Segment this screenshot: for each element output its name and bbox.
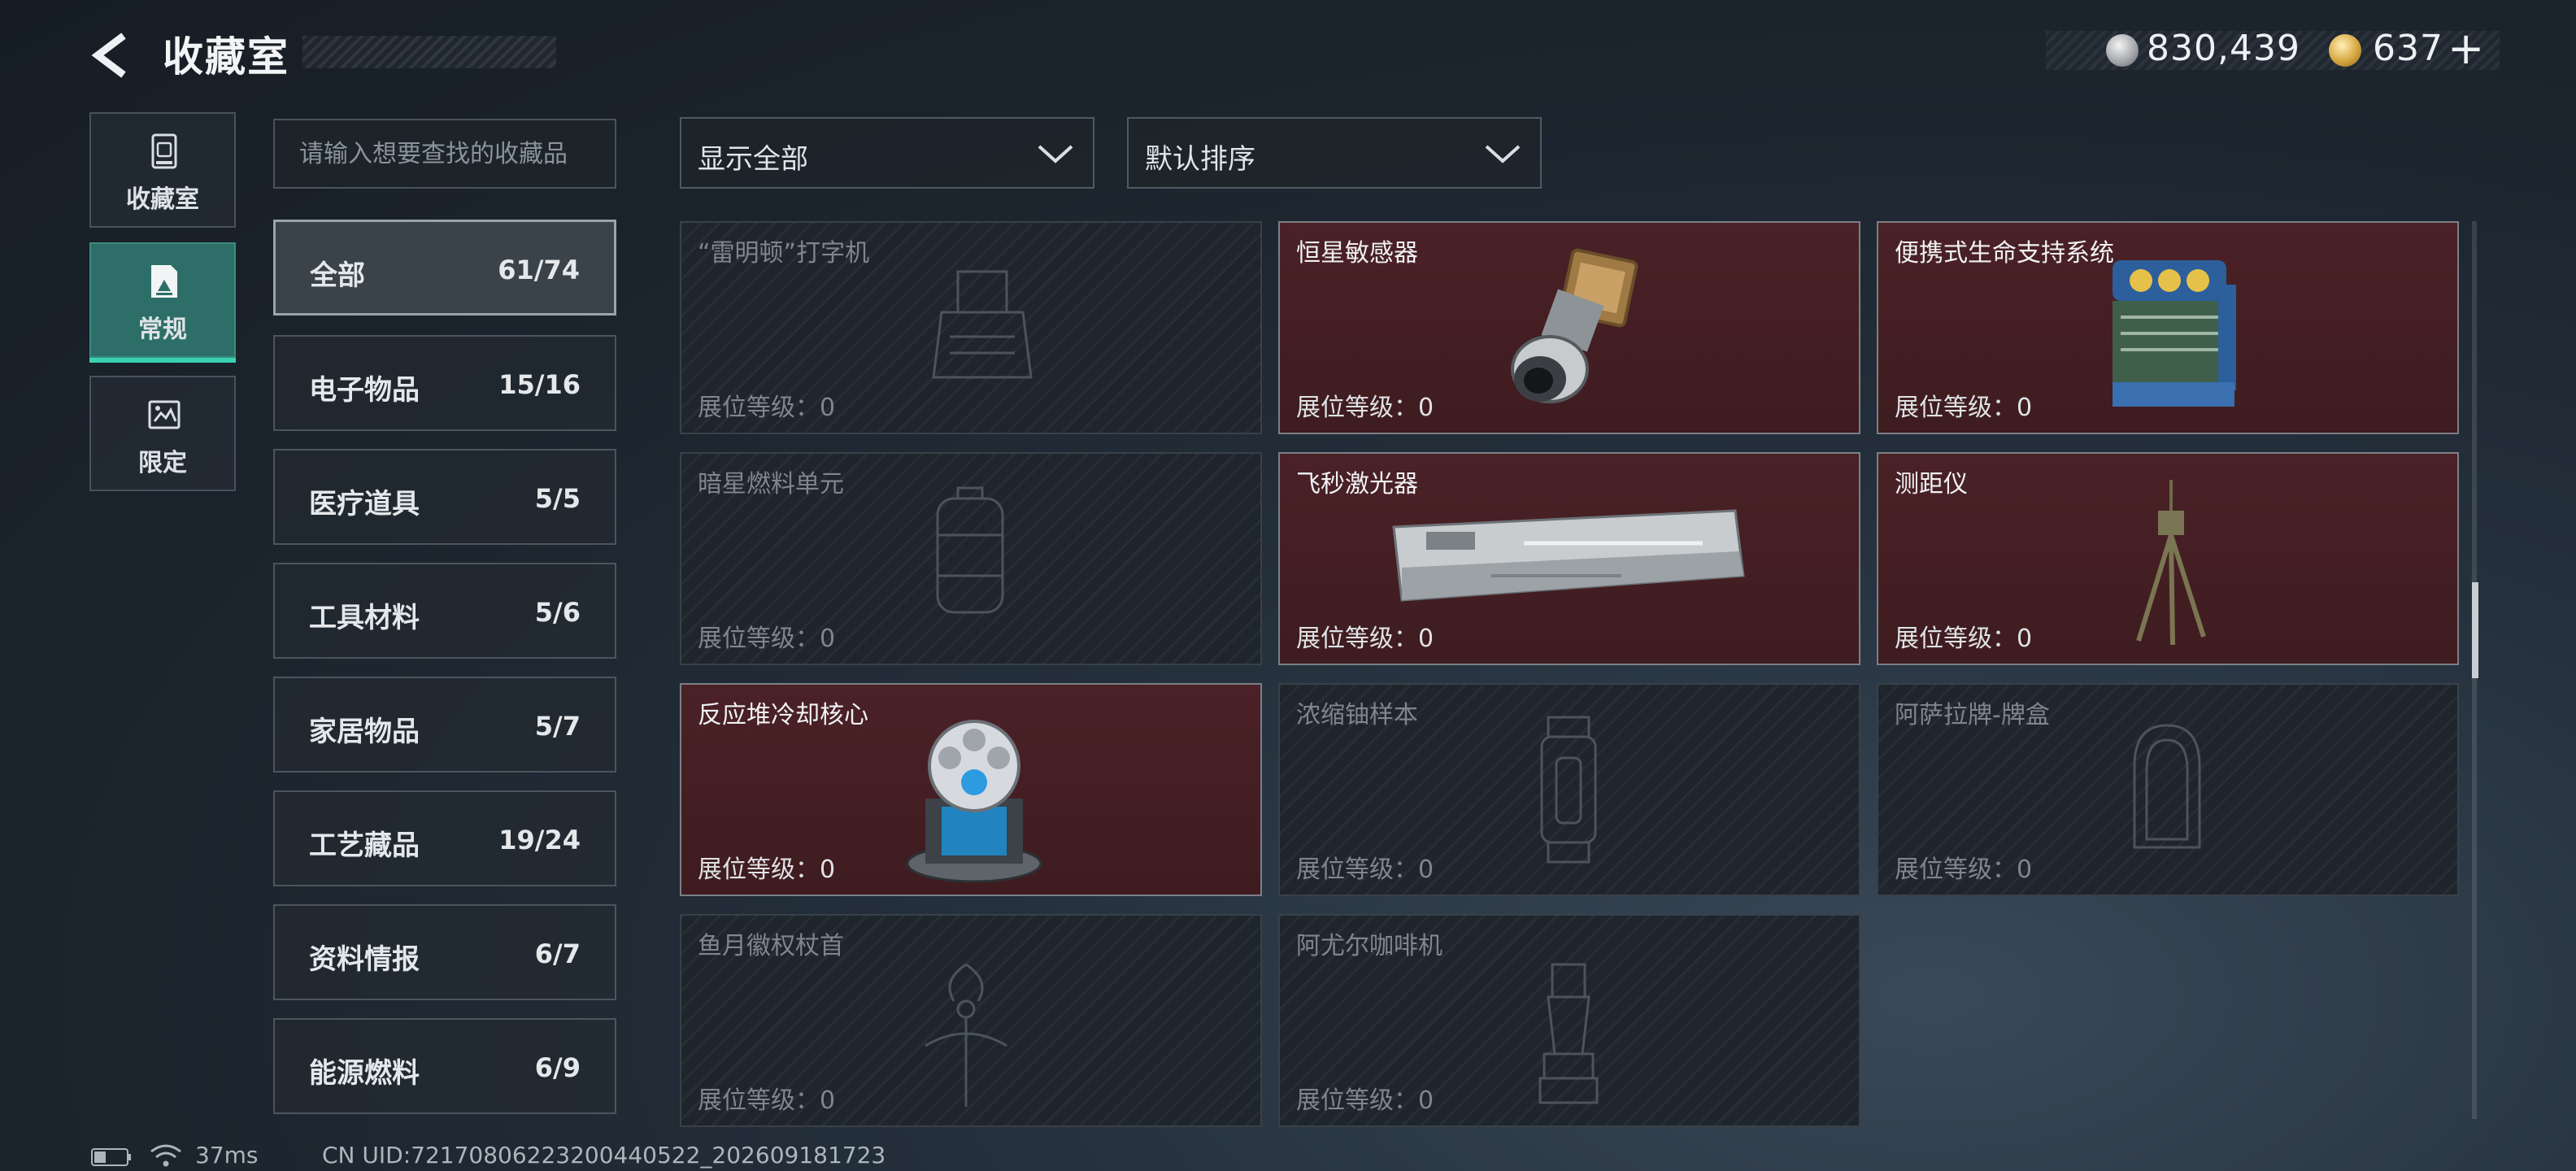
page-title: 收藏室: [163, 33, 289, 81]
uranium-sample-icon: [1540, 716, 1597, 864]
category-name: 家居物品: [309, 716, 420, 748]
item-card-fuel-cell[interactable]: 暗星燃料单元 展位等级：0: [680, 452, 1262, 665]
fuel-cell-icon: [936, 486, 1004, 614]
collection-cabinet-icon: [151, 133, 177, 169]
category-name: 电子物品: [309, 374, 420, 407]
item-card-uranium-sample[interactable]: 浓缩铀样本 展位等级：0: [1278, 683, 1860, 896]
item-name: 反应堆冷却核心: [698, 701, 868, 729]
category-medical[interactable]: 医疗道具 5/5: [273, 449, 616, 545]
category-electronics[interactable]: 电子物品 15/16: [273, 335, 616, 431]
item-name: “雷明顿”打字机: [698, 239, 870, 268]
item-name: 阿尤尔咖啡机: [1296, 932, 1442, 960]
mode-tab-label: 限定: [138, 449, 187, 477]
category-count: 5/5: [534, 483, 581, 514]
category-count: 6/7: [534, 938, 581, 969]
category-household[interactable]: 家居物品 5/7: [273, 677, 616, 773]
item-card-scepter-head[interactable]: 鱼月徽权杖首 展位等级：0: [680, 914, 1262, 1127]
item-level: 展位等级：0: [698, 855, 836, 884]
item-card-femtosecond-laser[interactable]: 飞秒激光器 展位等级：0: [1278, 452, 1860, 665]
back-button[interactable]: [88, 29, 140, 81]
category-tools[interactable]: 工具材料 5/6: [273, 563, 616, 659]
category-name: 医疗道具: [309, 488, 420, 520]
item-level: 展位等级：0: [698, 394, 836, 422]
filter-dropdown-label: 显示全部: [698, 143, 808, 176]
category-intel[interactable]: 资料情报 6/7: [273, 904, 616, 1000]
item-name: 浓缩铀样本: [1296, 701, 1418, 729]
rangefinder-icon: [2136, 480, 2206, 646]
scepter-head-icon: [925, 963, 1007, 1107]
grid-scrollbar-thumb[interactable]: [2472, 582, 2478, 678]
item-name: 阿萨拉牌-牌盒: [1895, 701, 2050, 729]
item-card-typewriter[interactable]: “雷明顿”打字机 展位等级：0: [680, 221, 1262, 434]
sort-dropdown-label: 默认排序: [1145, 143, 1255, 176]
mode-tab-label: 常规: [138, 316, 187, 344]
coffee-machine-icon: [1538, 963, 1599, 1104]
category-count: 5/7: [534, 711, 581, 742]
mode-tab-regular[interactable]: 常规: [89, 242, 236, 363]
item-name: 测距仪: [1895, 470, 1968, 498]
add-gold-button[interactable]: +: [2448, 23, 2484, 74]
life-support-icon: [2113, 260, 2236, 407]
title-decoration: [302, 36, 556, 68]
item-name: 飞秒激光器: [1296, 470, 1418, 498]
item-level: 展位等级：0: [1895, 394, 2033, 422]
wifi-icon: [150, 1144, 181, 1167]
mode-tab-label: 收藏室: [126, 185, 199, 214]
item-name: 便携式生命支持系统: [1895, 239, 2114, 268]
chevron-down-icon: [1038, 145, 1073, 163]
chevron-down-icon: [1485, 145, 1521, 163]
category-name: 能源燃料: [309, 1057, 420, 1090]
gold-coin-icon: [2329, 34, 2361, 67]
filter-dropdown[interactable]: 显示全部: [680, 117, 1094, 189]
item-name: 暗星燃料单元: [698, 470, 844, 498]
item-level: 展位等级：0: [1296, 625, 1434, 653]
sort-dropdown[interactable]: 默认排序: [1127, 117, 1542, 189]
item-level: 展位等级：0: [698, 1086, 836, 1115]
item-level: 展位等级：0: [1296, 855, 1434, 884]
gold-balance: 637: [2373, 28, 2443, 69]
item-card-coffee-machine[interactable]: 阿尤尔咖啡机 展位等级：0: [1278, 914, 1860, 1127]
item-card-life-support[interactable]: 便携式生命支持系统 展位等级：0: [1877, 221, 2459, 434]
item-card-card-box[interactable]: 阿萨拉牌-牌盒 展位等级：0: [1877, 683, 2459, 896]
category-name: 工艺藏品: [309, 829, 420, 862]
regular-image-icon: [151, 265, 177, 298]
silver-coin-icon: [2106, 34, 2139, 67]
limited-image-icon: [148, 400, 181, 429]
item-level: 展位等级：0: [1296, 394, 1434, 422]
card-box-icon: [2133, 724, 2201, 849]
category-name: 工具材料: [309, 602, 420, 634]
laser-icon: [1392, 509, 1745, 602]
item-level: 展位等级：0: [1895, 625, 2033, 653]
category-count: 15/16: [498, 369, 581, 400]
star-sensor-icon: [1511, 248, 1638, 403]
category-count: 5/6: [534, 597, 581, 628]
silver-balance: 830,439: [2147, 28, 2300, 69]
item-name: 恒星敏感器: [1296, 239, 1418, 268]
item-card-star-sensor[interactable]: 恒星敏感器 展位等级：0: [1278, 221, 1860, 434]
item-card-reactor-core[interactable]: 反应堆冷却核心 展位等级：0: [680, 683, 1262, 896]
category-count: 19/24: [498, 825, 581, 855]
category-all[interactable]: 全部 61/74: [273, 220, 616, 316]
category-fuel[interactable]: 能源燃料 6/9: [273, 1018, 616, 1114]
typewriter-icon: [932, 270, 1033, 379]
item-level: 展位等级：0: [1895, 855, 2033, 884]
item-level: 展位等级：0: [1296, 1086, 1434, 1115]
category-name: 全部: [310, 259, 365, 292]
search-input[interactable]: [273, 119, 616, 189]
battery-icon: [91, 1148, 131, 1166]
mode-tab-limited[interactable]: 限定: [89, 376, 236, 491]
category-name: 资料情报: [309, 943, 420, 976]
item-level: 展位等级：0: [698, 625, 836, 653]
reactor-core-icon: [906, 720, 1042, 883]
item-name: 鱼月徽权杖首: [698, 932, 844, 960]
mode-tab-collection[interactable]: 收藏室: [89, 112, 236, 228]
ping-text: 37ms: [195, 1142, 259, 1169]
uid-text: CN UID:7217080622320044052​2_20260918172…: [322, 1142, 886, 1169]
category-count: 61/74: [498, 255, 580, 285]
category-crafts[interactable]: 工艺藏品 19/24: [273, 790, 616, 886]
item-card-rangefinder[interactable]: 测距仪 展位等级：0: [1877, 452, 2459, 665]
category-count: 6/9: [534, 1052, 581, 1083]
